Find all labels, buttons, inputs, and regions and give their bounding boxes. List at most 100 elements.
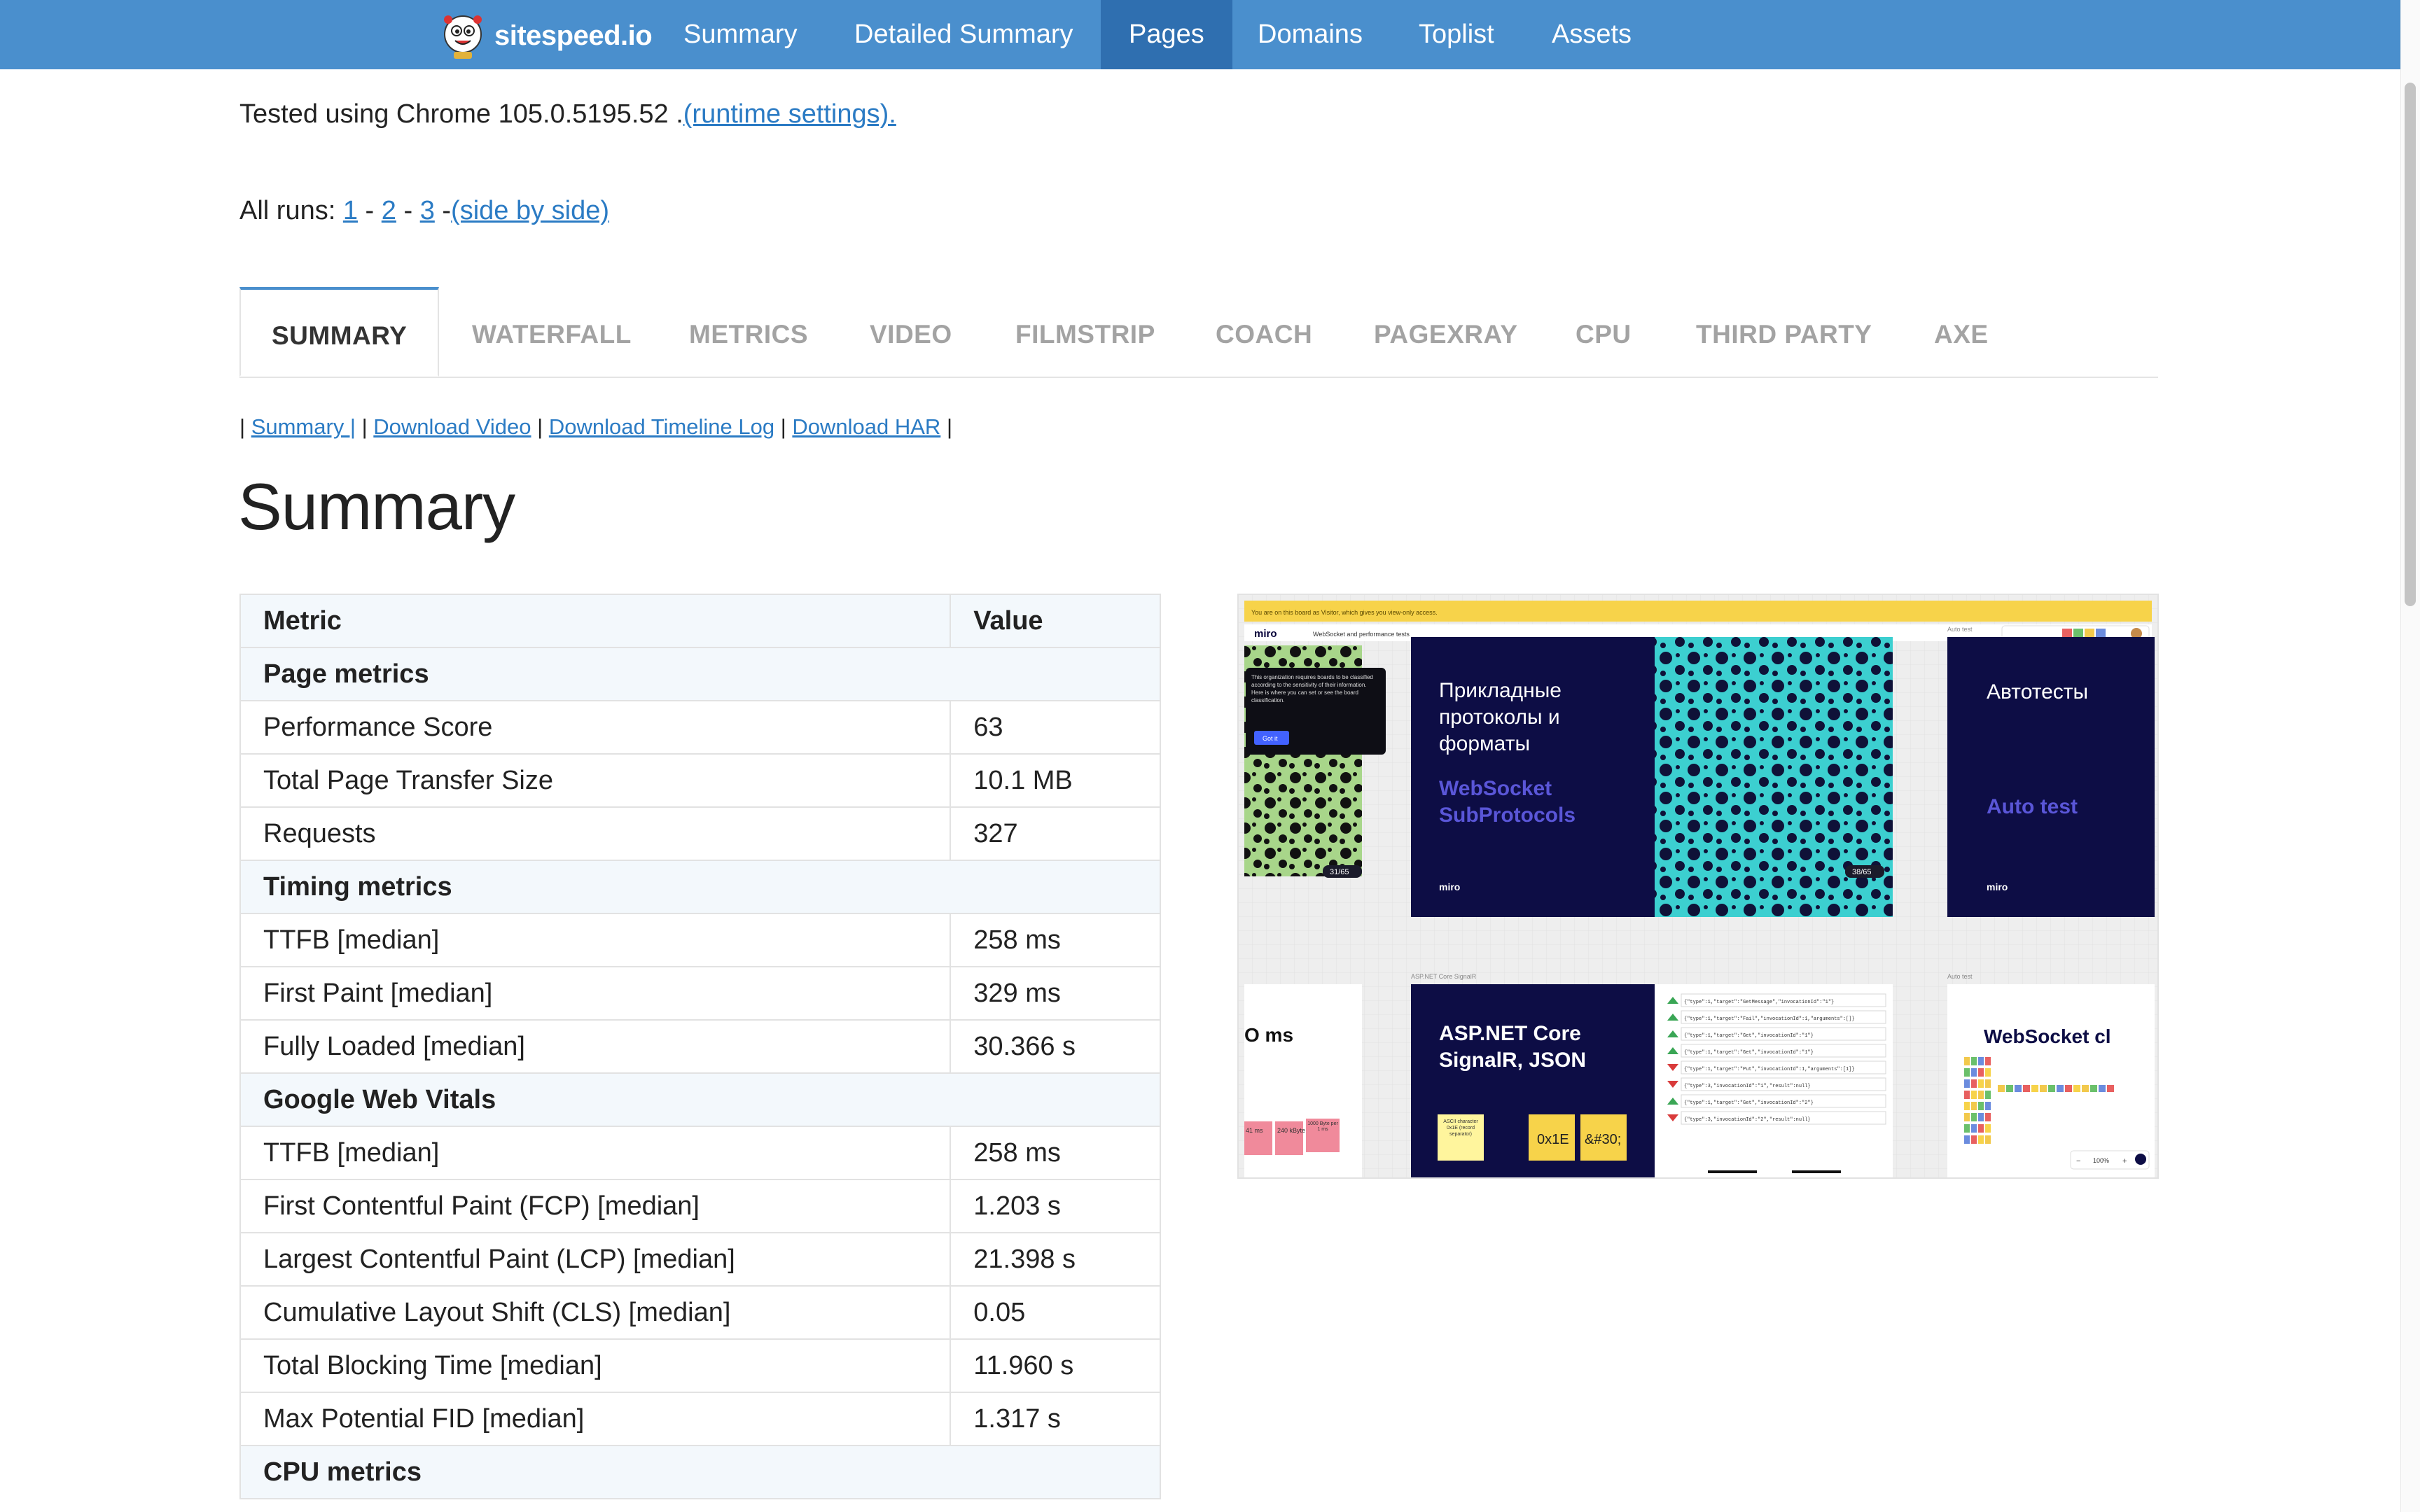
zoom-plus-icon[interactable]: +: [2122, 1157, 2127, 1166]
grid-cell: [1985, 1079, 1991, 1088]
grid-cell: [1978, 1113, 1984, 1121]
metric-value: 11.960 s: [950, 1338, 1161, 1393]
tab-pagexray[interactable]: PAGEXRAY: [1374, 288, 1518, 377]
metric-value: 0.05: [950, 1285, 1161, 1340]
run-separator: -: [403, 196, 413, 225]
grid-cell: [2090, 1085, 2097, 1092]
json-message-text: {"type":1,"target":"Get","invocationId":…: [1684, 1033, 1814, 1039]
frame-label: ASP.NET Core SignalR: [1411, 973, 1477, 980]
tab-cpu[interactable]: CPU: [1576, 288, 1632, 377]
slide-autotests: [1947, 637, 2155, 917]
run-1-link[interactable]: 1: [343, 196, 358, 225]
table-row: Max Potential FID [median] 1.317 s: [239, 1392, 1161, 1446]
summary-link[interactable]: Summary |: [251, 414, 356, 439]
tab-summary[interactable]: SUMMARY: [239, 287, 440, 377]
grid-cell: [1985, 1113, 1991, 1121]
download-links: | Summary | | Download Video | Download …: [239, 414, 952, 440]
column-header-value: Value: [950, 594, 1161, 648]
table-row: Total Blocking Time [median] 11.960 s: [239, 1338, 1161, 1393]
help-icon[interactable]: [2135, 1154, 2146, 1165]
grid-cell: [1998, 1085, 2005, 1092]
run-2-link[interactable]: 2: [382, 196, 396, 225]
scrollbar-thumb[interactable]: [2405, 83, 2416, 606]
tab-axe[interactable]: AXE: [1934, 288, 1989, 377]
ms-label: O ms: [1244, 1024, 1293, 1046]
runtime-settings-link[interactable]: (runtime settings).: [683, 99, 896, 129]
tab-filmstrip[interactable]: FILMSTRIP: [1015, 288, 1155, 377]
download-video-link[interactable]: Download Video: [373, 414, 531, 439]
grid-cell: [2065, 1085, 2072, 1092]
slide-autotests-title: Автотесты: [1987, 680, 2088, 704]
grid-cell: [1964, 1057, 1970, 1065]
tab-waterfall[interactable]: WATERFALL: [472, 288, 632, 377]
nav-toplist[interactable]: Toplist: [1391, 0, 1522, 69]
grid-cell: [2040, 1085, 2047, 1092]
grid-cell: [2082, 1085, 2089, 1092]
grid-cell: [1964, 1102, 1970, 1110]
metric-name: First Contentful Paint (FCP) [median]: [239, 1179, 952, 1233]
grid-cell: [1964, 1135, 1970, 1144]
grid-cell: [1964, 1124, 1970, 1133]
metric-value: 258 ms: [950, 913, 1161, 967]
grid-cell: [1978, 1135, 1984, 1144]
download-har-link[interactable]: Download HAR: [792, 414, 940, 439]
sitespeed-mascot-icon: [444, 15, 482, 59]
slide-miro-mark: miro: [1439, 881, 1460, 892]
section-row: Page metrics: [239, 647, 1161, 701]
pipe: |: [946, 414, 953, 439]
metric-value: 30.366 s: [950, 1019, 1161, 1074]
slide-protocols-title: Прикладные протоколы и форматы: [1439, 679, 1562, 755]
visitor-banner-text: You are on this board as Visitor, which …: [1251, 609, 1438, 616]
zoom-minus-icon[interactable]: −: [2076, 1157, 2080, 1166]
grid-cell: [2006, 1085, 2013, 1092]
sticky-note: 240 kByte: [1277, 1127, 1305, 1134]
grid-cell: [2023, 1085, 2030, 1092]
table-row: Cumulative Layout Shift (CLS) [median] 0.…: [239, 1285, 1161, 1340]
grid-cell: [2057, 1085, 2064, 1092]
grid-cell: [2015, 1085, 2022, 1092]
zoom-level: 100%: [2093, 1157, 2109, 1164]
grid-cell: [1985, 1068, 1991, 1077]
tab-metrics[interactable]: METRICS: [689, 288, 808, 377]
run-3-link[interactable]: 3: [420, 196, 435, 225]
tab-coach[interactable]: COACH: [1216, 288, 1312, 377]
brand-logo[interactable]: sitespeed.io: [438, 11, 653, 60]
grid-cell: [1978, 1091, 1984, 1099]
slide-autotests-subtitle: Auto test: [1987, 795, 2078, 818]
top-navbar: sitespeed.io Summary Detailed Summary Pa…: [0, 0, 2400, 69]
hex-note-1: 0x1E: [1537, 1132, 1569, 1147]
metric-value: 258 ms: [950, 1126, 1161, 1180]
nav-detailed-summary[interactable]: Detailed Summary: [826, 0, 1101, 69]
nav-domains[interactable]: Domains: [1230, 0, 1391, 69]
nav-summary[interactable]: Summary: [655, 0, 826, 69]
grid-cell: [1978, 1079, 1984, 1088]
tab-video[interactable]: VIDEO: [870, 288, 952, 377]
nav-pages[interactable]: Pages: [1101, 0, 1232, 69]
metric-name: Total Blocking Time [median]: [239, 1338, 952, 1393]
side-by-side-link[interactable]: (side by side): [451, 196, 609, 225]
grid-cell: [1985, 1135, 1991, 1144]
metric-value: 1.317 s: [950, 1392, 1161, 1446]
metric-name: Cumulative Layout Shift (CLS) [median]: [239, 1285, 952, 1340]
json-message-text: {"type":1,"target":"Get","invocationId":…: [1684, 1050, 1814, 1056]
section-label: CPU metrics: [239, 1445, 1161, 1499]
page-title: Summary: [238, 470, 515, 543]
json-message-text: {"type":3,"invocationId":"2","result":nu…: [1684, 1117, 1811, 1123]
pipe: |: [780, 414, 786, 439]
section-label: Page metrics: [239, 647, 1161, 701]
grid-cell: [1971, 1091, 1977, 1099]
grid-cell: [2107, 1085, 2114, 1092]
all-runs-line: All runs: 1 - 2 - 3 -(side by side): [239, 196, 609, 226]
tab-third-party[interactable]: THIRD PARTY: [1696, 288, 1872, 377]
grid-cell: [1978, 1102, 1984, 1110]
grid-cell: [1964, 1079, 1970, 1088]
metric-name: First Paint [median]: [239, 966, 952, 1021]
nav-assets[interactable]: Assets: [1524, 0, 1660, 69]
section-row: Google Web Vitals: [239, 1072, 1161, 1127]
grid-cell: [1971, 1068, 1977, 1077]
download-timeline-link[interactable]: Download Timeline Log: [549, 414, 774, 439]
table-row: First Paint [median] 329 ms: [239, 966, 1161, 1021]
grid-cell: [1964, 1091, 1970, 1099]
metric-value: 1.203 s: [950, 1179, 1161, 1233]
page-screenshot[interactable]: You are on this board as Visitor, which …: [1237, 594, 2159, 1179]
